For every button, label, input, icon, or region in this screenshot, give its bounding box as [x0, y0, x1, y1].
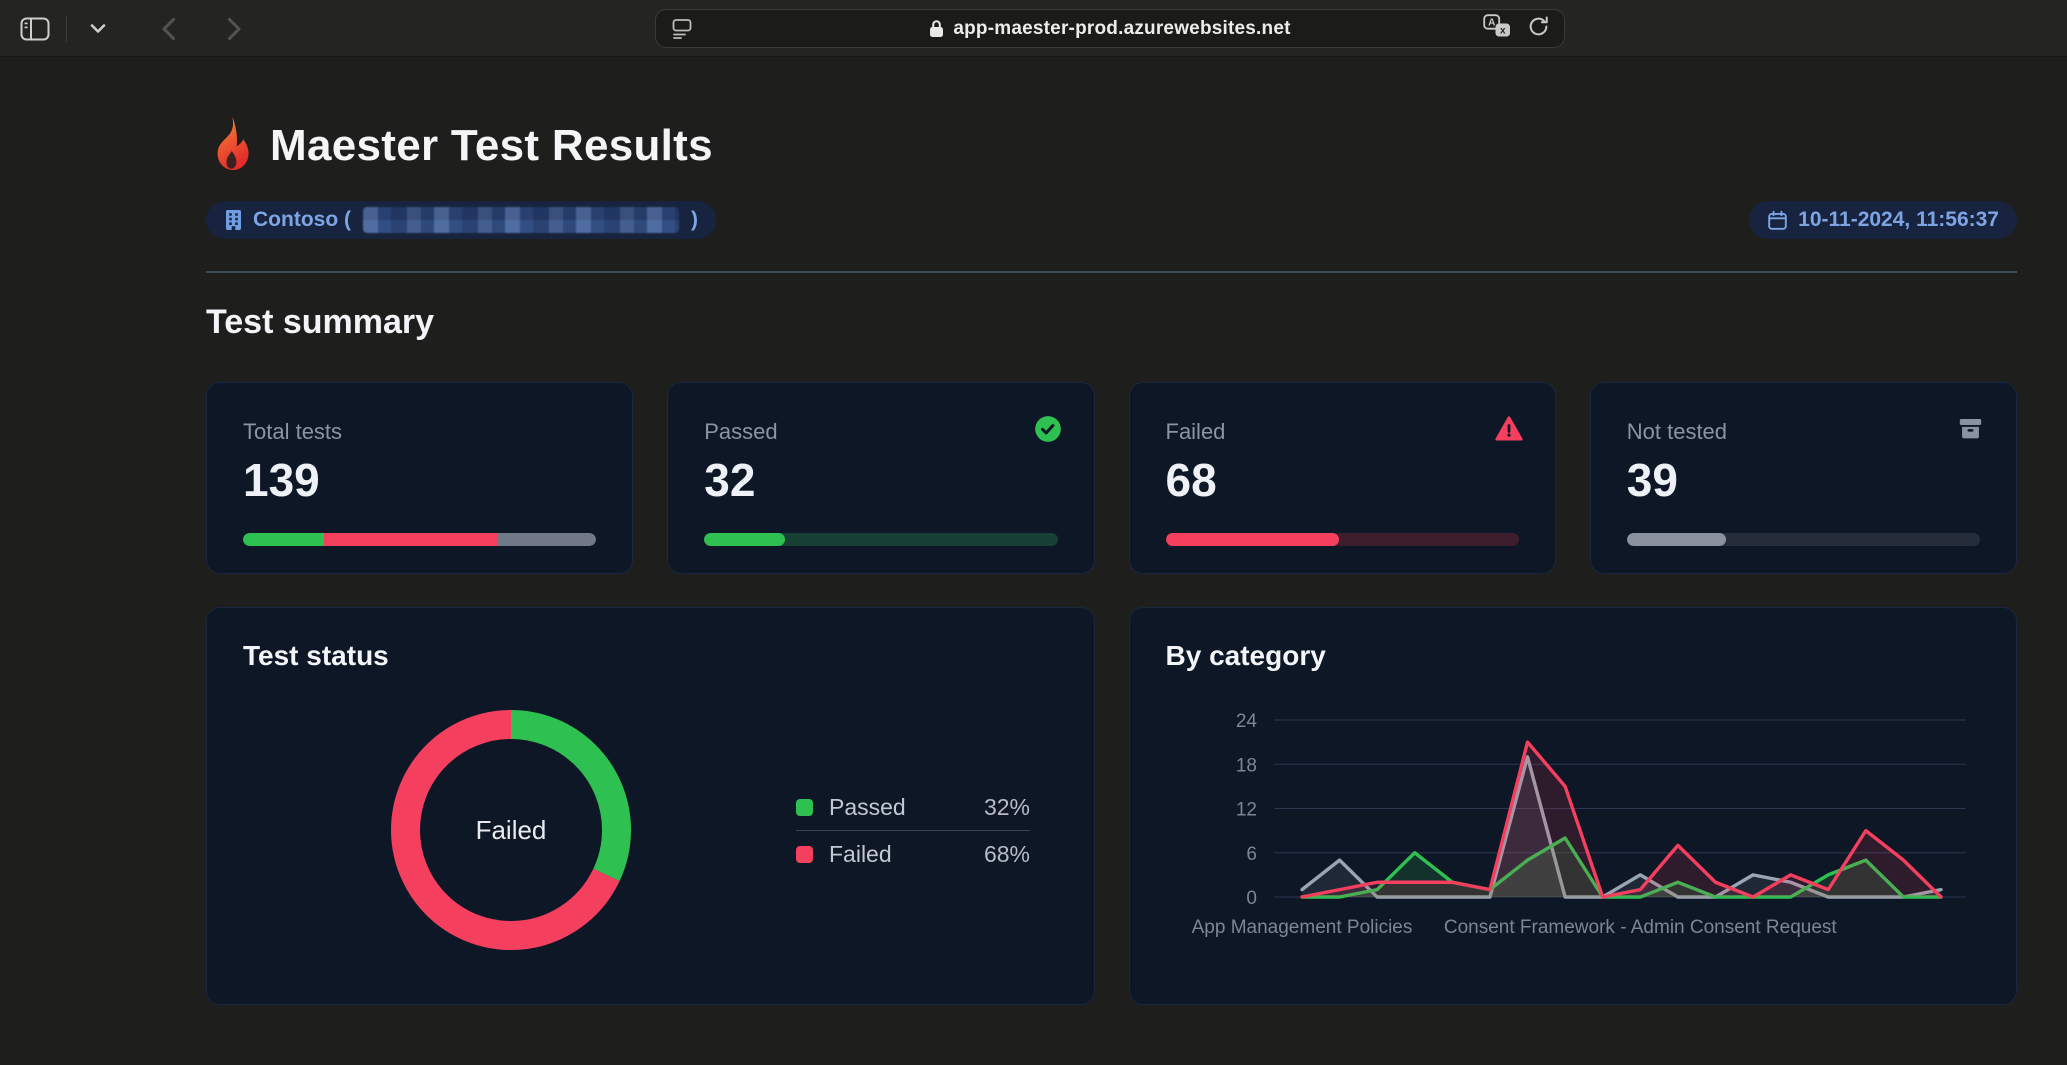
- page-format-icon: [670, 17, 694, 41]
- tenant-name: Contoso (: [253, 208, 351, 232]
- stat-value: 139: [243, 453, 596, 507]
- url-text: app-maester-prod.azurewebsites.net: [953, 18, 1290, 40]
- svg-text:App Management Policies: App Management Policies: [1191, 917, 1412, 938]
- page-header: Maester Test Results: [206, 57, 2017, 177]
- svg-text:A: A: [1488, 17, 1495, 28]
- reload-icon: [1527, 15, 1550, 38]
- chevron-down-icon: [90, 24, 106, 34]
- legend-row-failed: Failed 68%: [796, 831, 1030, 877]
- page-title: Maester Test Results: [270, 121, 713, 171]
- toolbar-divider: [66, 16, 67, 42]
- browser-chrome: app-maester-prod.azurewebsites.net A x: [0, 0, 2067, 57]
- failed-progress-bar: [1166, 533, 1519, 546]
- svg-text:6: 6: [1246, 844, 1257, 865]
- back-button[interactable]: [151, 12, 185, 46]
- legend-value: 32%: [984, 794, 1030, 821]
- forward-arrow-icon: [227, 17, 242, 41]
- tenant-id-redacted: [363, 207, 679, 233]
- forward-button[interactable]: [217, 12, 251, 46]
- sidebar-toggle-button[interactable]: [18, 12, 52, 46]
- check-circle-icon: [1034, 415, 1062, 448]
- svg-text:0: 0: [1246, 888, 1257, 909]
- failed-swatch-icon: [796, 846, 813, 863]
- warning-triangle-icon: [1495, 415, 1523, 448]
- tenant-badge: Contoso ( ): [206, 201, 716, 239]
- donut-legend: Passed 32% Failed 68%: [796, 784, 1030, 877]
- reload-button[interactable]: [1527, 15, 1550, 43]
- summary-cards: Total tests 139 Passed 32 Failed 68: [206, 382, 2017, 574]
- passed-card: Passed 32: [667, 382, 1094, 574]
- by-category-card: By category 06121824App Management Polic…: [1129, 607, 2018, 1005]
- not-tested-progress-bar: [1627, 533, 1980, 546]
- by-category-line-chart: 0 6 12 18 24 App Management Policies Consent F…: [1130, 608, 2019, 1006]
- lock-icon: [929, 19, 944, 38]
- test-status-card: Test status Failed Passed 32% Failed: [206, 607, 1095, 1005]
- legend-label: Passed: [829, 794, 984, 821]
- stat-label: Passed: [704, 419, 1057, 445]
- svg-text:24: 24: [1235, 711, 1257, 732]
- translate-button[interactable]: A x: [1483, 14, 1511, 43]
- timestamp-text: 10-11-2024, 11:56:37: [1798, 208, 1999, 232]
- archive-box-icon: [1957, 415, 1984, 447]
- svg-text:Consent Framework - Admin Cons: Consent Framework - Admin Consent Reques…: [1443, 917, 1837, 938]
- stat-label: Total tests: [243, 419, 596, 445]
- translate-icon: A x: [1483, 14, 1511, 38]
- timestamp-badge: 10-11-2024, 11:56:37: [1749, 201, 2017, 239]
- building-icon: [224, 209, 243, 231]
- back-arrow-icon: [161, 17, 176, 41]
- stat-value: 32: [704, 453, 1057, 507]
- failed-card: Failed 68: [1129, 382, 1556, 574]
- total-tests-card: Total tests 139: [206, 382, 633, 574]
- header-divider: [206, 271, 2017, 273]
- address-bar[interactable]: app-maester-prod.azurewebsites.net A x: [655, 9, 1565, 48]
- svg-text:x: x: [1500, 26, 1506, 37]
- maester-flame-logo-icon: [206, 115, 256, 177]
- stat-label: Failed: [1166, 419, 1519, 445]
- reader-view-button[interactable]: [670, 17, 694, 41]
- donut-center-label: Failed: [391, 710, 631, 950]
- legend-label: Failed: [829, 841, 984, 868]
- calendar-icon: [1767, 210, 1788, 231]
- stat-value: 39: [1627, 453, 1980, 507]
- legend-row-passed: Passed 32%: [796, 784, 1030, 830]
- stat-label: Not tested: [1627, 419, 1980, 445]
- sidebar-menu-chevron[interactable]: [81, 12, 115, 46]
- test-status-heading: Test status: [243, 640, 389, 672]
- page-body: Maester Test Results Contoso ( ): [0, 57, 2067, 1065]
- sidebar-icon: [20, 17, 50, 41]
- legend-value: 68%: [984, 841, 1030, 868]
- passed-progress-bar: [704, 533, 1057, 546]
- tenant-suffix: ): [691, 208, 698, 232]
- svg-text:12: 12: [1235, 800, 1256, 821]
- stat-value: 68: [1166, 453, 1519, 507]
- svg-text:18: 18: [1235, 755, 1256, 776]
- passed-swatch-icon: [796, 799, 813, 816]
- test-status-donut-chart: Failed: [391, 710, 631, 950]
- test-summary-heading: Test summary: [206, 303, 2017, 342]
- chart-cards: Test status Failed Passed 32% Failed: [206, 607, 2017, 1005]
- not-tested-card: Not tested 39: [1590, 382, 2017, 574]
- total-progress-bar: [243, 533, 596, 546]
